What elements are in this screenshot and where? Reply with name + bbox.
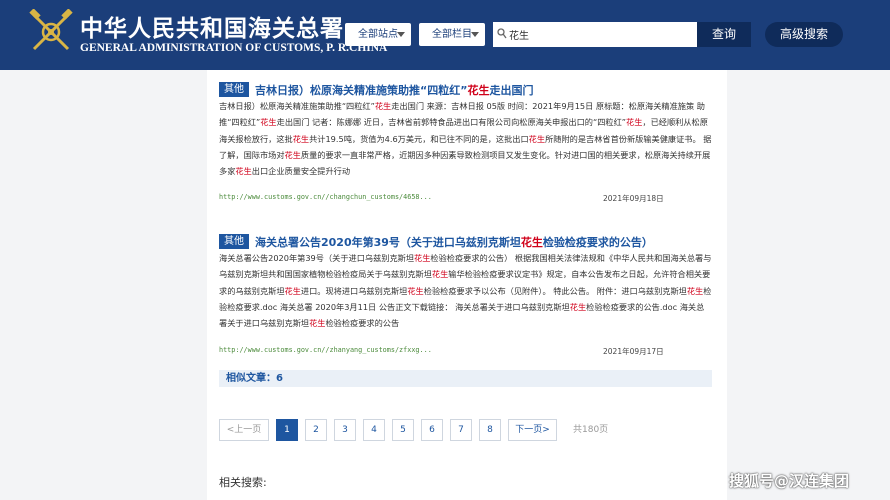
chevron-down-icon [471, 32, 479, 37]
snippet-text: 检验检疫要求的公告 [325, 318, 400, 329]
keyword-highlight: 花生 [686, 285, 704, 296]
keyword-highlight: 花生 [374, 101, 392, 111]
total-pages: 共180页 [573, 425, 609, 435]
snippet-text: 海关总署公告2020年第39号（关于进口乌兹别克斯坦 [219, 253, 415, 263]
customs-emblem-icon[interactable] [28, 9, 74, 55]
site-header: 中华人民共和国海关总署 GENERAL ADMINISTRATION OF CU… [0, 0, 890, 70]
search-box[interactable] [493, 22, 697, 47]
title-text: 检验检疫要求的公告） [542, 235, 653, 249]
keyword-highlight: 花生 [284, 149, 301, 160]
page-3-button[interactable]: 3 [334, 419, 356, 441]
keyword-highlight: 花生 [284, 285, 301, 296]
page-1-button[interactable]: 1 [276, 419, 298, 441]
page-7-button[interactable]: 7 [450, 419, 472, 441]
next-page-button[interactable]: 下一页> [508, 419, 557, 441]
result-snippet: 吉林日报）松原海关精准施策助推“四粒红”花生走出国门 来源：吉林日报 05版 时… [219, 98, 712, 179]
search-input[interactable] [509, 25, 689, 44]
title-text: 吉林日报）松原海关精准施策助推“四粒红” [255, 83, 468, 97]
keyword-highlight: 花生 [407, 285, 424, 296]
snippet-text: 检验检疫要求予以公布（见附件）。 特此公告。 附件：进口乌兹别克斯坦 [423, 285, 687, 296]
keyword-highlight: 花生 [292, 133, 310, 144]
snippet-text: 进口。现将进口乌兹别克斯坦 [300, 285, 408, 296]
keyword-highlight: 花生 [414, 253, 431, 263]
search-icon [497, 28, 507, 39]
page-8-button[interactable]: 8 [479, 419, 501, 441]
site-select[interactable]: 全部站点 [345, 23, 411, 46]
keyword-highlight: 花生 [260, 117, 277, 128]
snippet-text: 吉林日报）松原海关精准施策助推“四粒红” [219, 101, 375, 111]
result-title-link[interactable]: 海关总署公告2020年第39号（关于进口乌兹别克斯坦花生检验检疫要求的公告） [255, 236, 653, 249]
page-2-button[interactable]: 2 [305, 419, 327, 441]
keyword-highlight: 花生 [569, 301, 587, 312]
chevron-down-icon [397, 32, 405, 37]
keyword-highlight: 花生 [309, 318, 326, 329]
column-select-value: 全部栏目 [432, 29, 472, 40]
result-url[interactable]: http://www.customs.gov.cn//changchun_cus… [219, 193, 432, 201]
snippet-text: 走出国门 记者：陈娜娜 近日，吉林省前郭特食品进出口有限公司向松原海关申报出口的… [276, 117, 627, 128]
result-date: 2021年09月18日 [603, 194, 664, 203]
search-button[interactable]: 查询 [697, 22, 751, 47]
keyword-highlight: 花生 [528, 133, 546, 144]
site-title-cn[interactable]: 中华人民共和国海关总署 [80, 9, 344, 43]
watermark: 搜狐号@汉连集团 [729, 472, 850, 490]
page-6-button[interactable]: 6 [421, 419, 443, 441]
advanced-search-button[interactable]: 高级搜索 [765, 22, 843, 47]
result-date: 2021年09月17日 [603, 347, 664, 356]
snippet-text: 出口企业质量安全提升行动 [251, 166, 351, 177]
keyword-highlight: 花生 [431, 269, 449, 280]
related-search-label: 相关搜索: [219, 476, 267, 489]
related-articles-bar[interactable]: 相似文章：6 [219, 370, 712, 387]
result-snippet: 海关总署公告2020年第39号（关于进口乌兹别克斯坦花生检验检疫要求的公告） 根… [219, 250, 712, 331]
category-tag: 其他 [219, 82, 249, 97]
category-tag: 其他 [219, 234, 249, 249]
prev-page-button[interactable]: <上一页 [219, 419, 269, 441]
title-text: 走出国门 [489, 83, 534, 97]
column-select[interactable]: 全部栏目 [419, 23, 485, 46]
site-title-en[interactable]: GENERAL ADMINISTRATION OF CUSTOMS, P. R.… [80, 42, 387, 54]
keyword-highlight: 花生 [235, 166, 252, 177]
title-text: 海关总署公告2020年第39号（关于进口乌兹别克斯坦 [255, 235, 521, 249]
result-title-link[interactable]: 吉林日报）松原海关精准施策助推“四粒红”花生走出国门 [255, 84, 533, 97]
page-5-button[interactable]: 5 [392, 419, 414, 441]
snippet-text: 共计19.5吨，货值为4.6万美元，和已往不同的是，这批出口 [309, 133, 529, 144]
results-panel: 其他 吉林日报）松原海关精准施策助推“四粒红”花生走出国门 吉林日报）松原海关精准… [207, 70, 727, 500]
keyword-highlight: 花生 [626, 117, 643, 128]
result-title[interactable]: 其他 吉林日报）松原海关精准施策助推“四粒红”花生走出国门 [219, 79, 533, 98]
title-highlight: 花生 [520, 235, 543, 249]
site-select-value: 全部站点 [358, 29, 398, 40]
related-articles-count: 相似文章：6 [226, 373, 283, 384]
page-4-button[interactable]: 4 [363, 419, 385, 441]
result-url[interactable]: http://www.customs.gov.cn//zhanyang_cust… [219, 346, 432, 354]
title-highlight: 花生 [467, 83, 490, 97]
result-title[interactable]: 其他 海关总署公告2020年第39号（关于进口乌兹别克斯坦花生检验检疫要求的公告） [219, 231, 653, 250]
